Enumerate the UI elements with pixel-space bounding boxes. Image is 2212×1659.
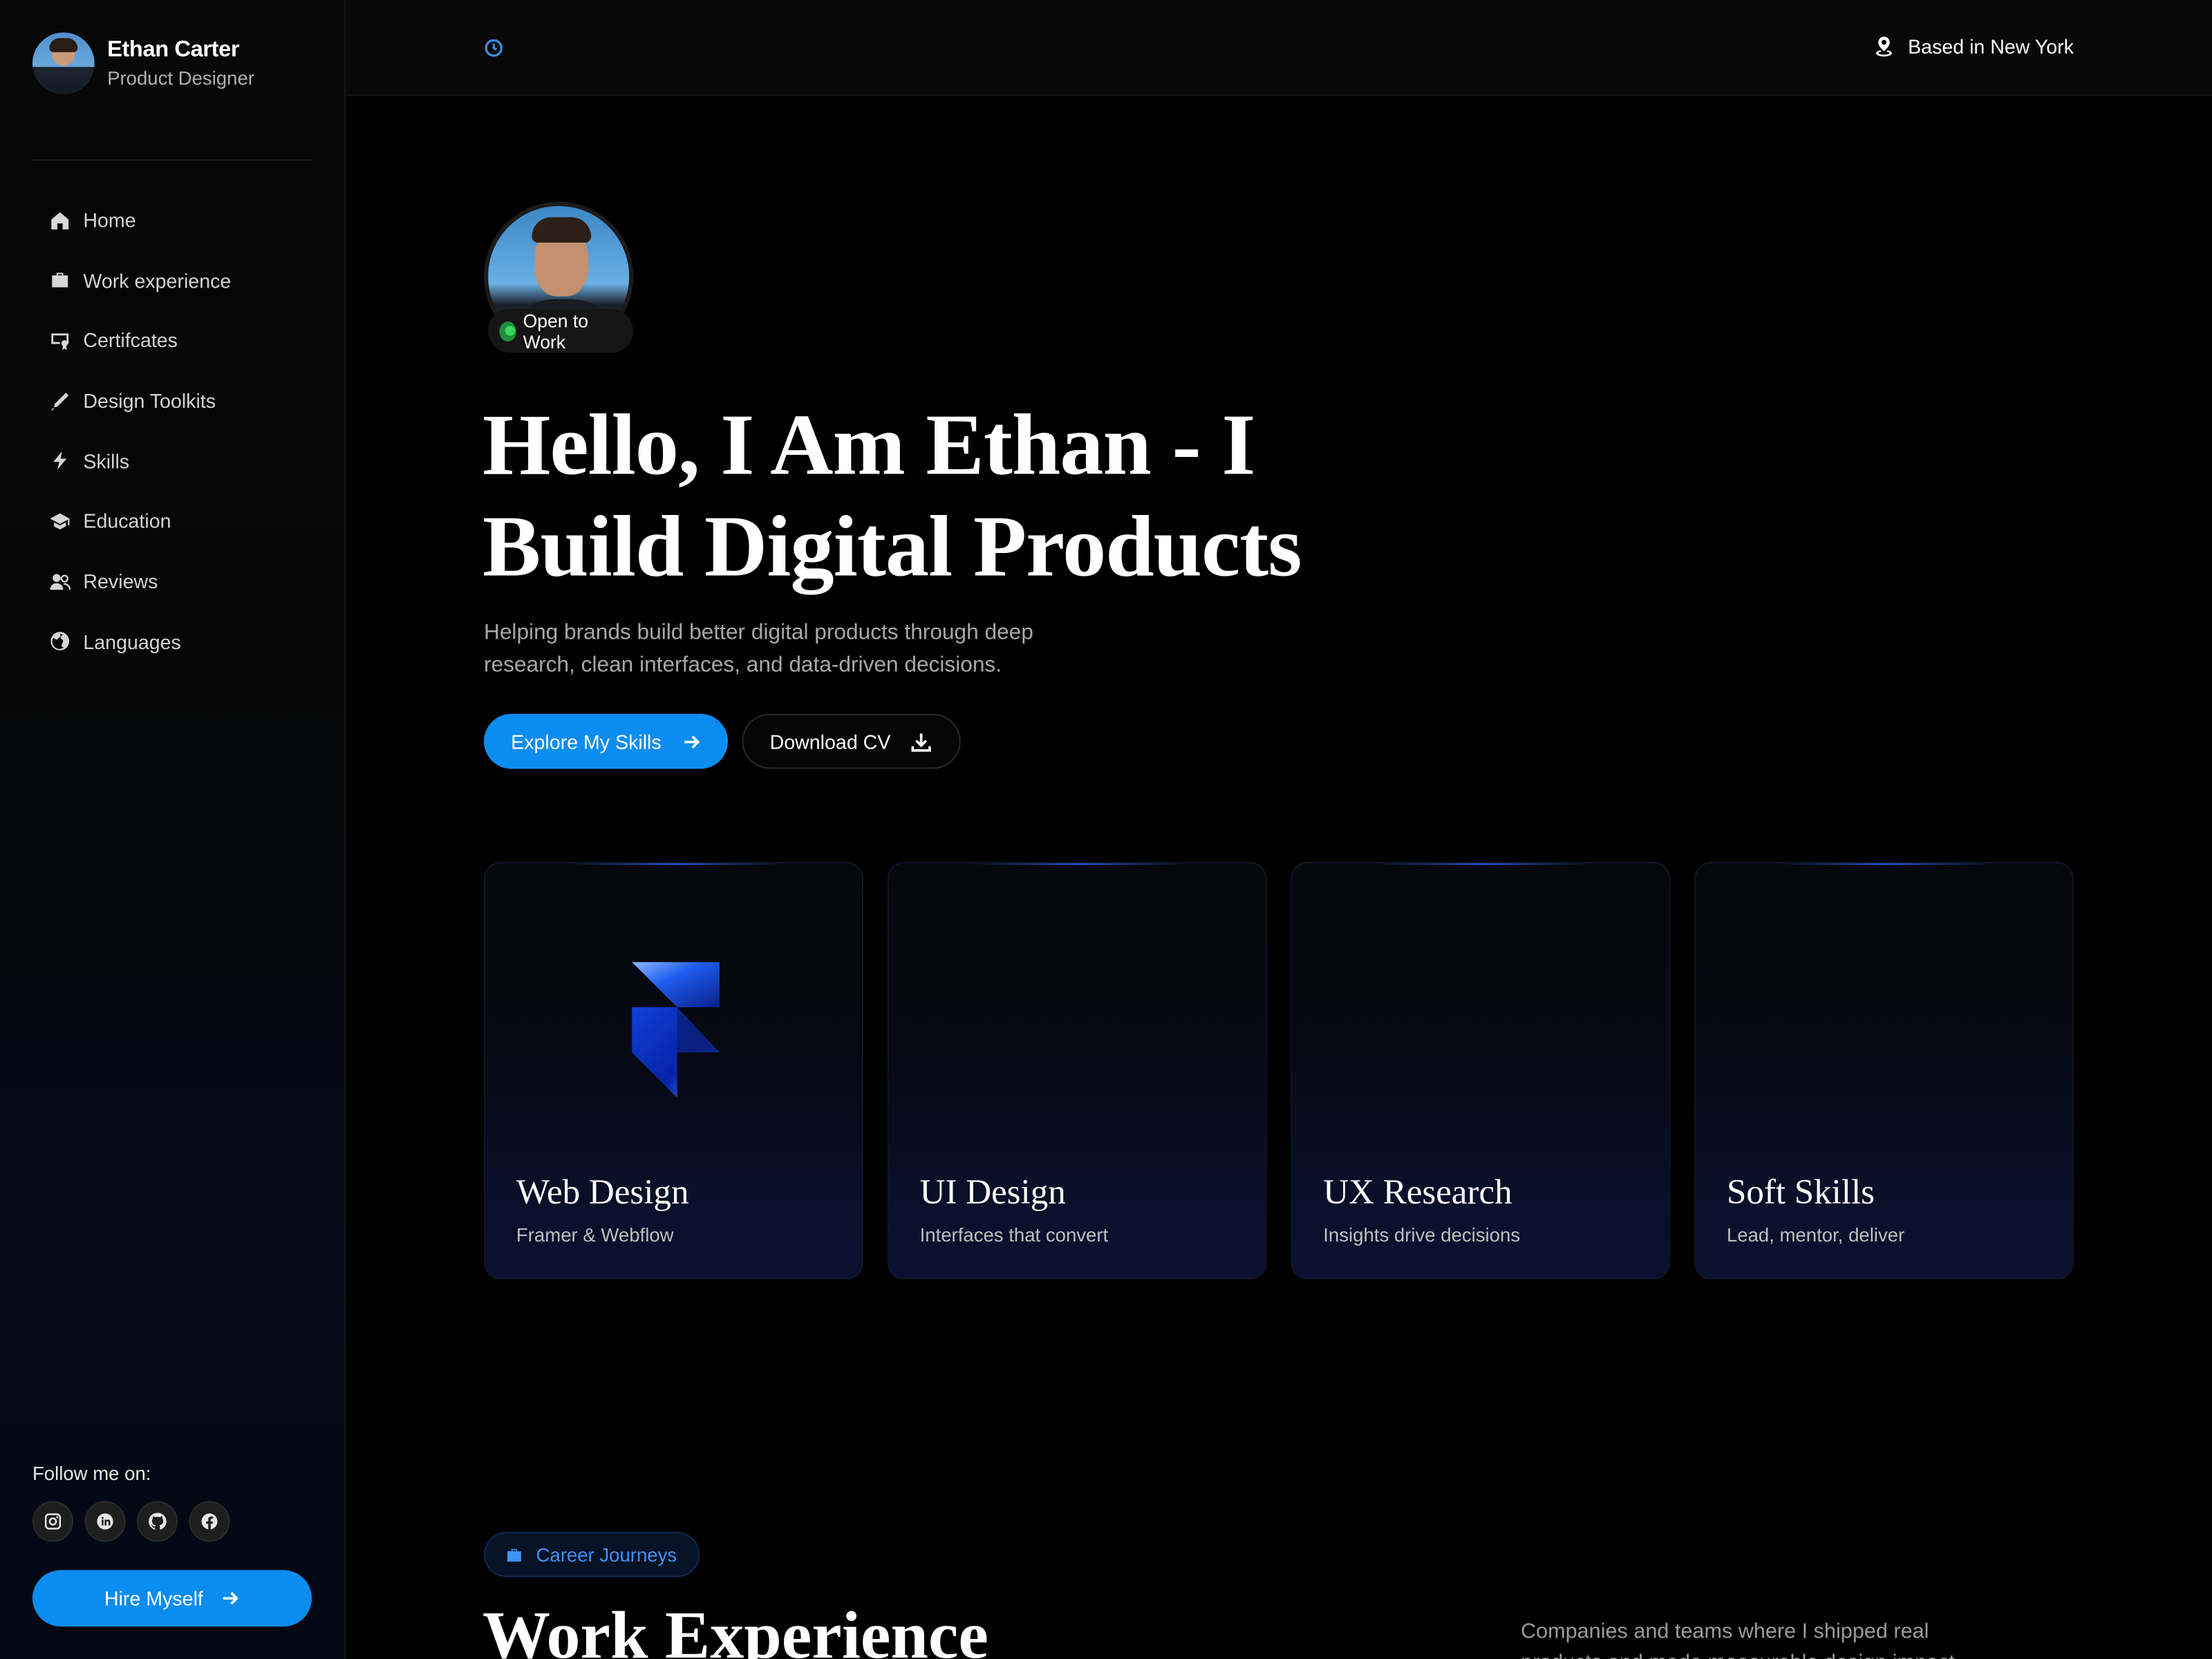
github-button[interactable]	[136, 1501, 178, 1542]
linkedin-icon	[97, 1513, 113, 1530]
sidebar-item-label: Education	[83, 509, 171, 533]
briefcase-icon	[507, 1548, 521, 1562]
sidebar-item-label: Skills	[83, 449, 130, 473]
linkedin-button[interactable]	[84, 1501, 126, 1542]
sidebar-item-label: Design Toolkits	[83, 389, 216, 413]
avatar	[32, 32, 95, 95]
page: Ethan Carter Product Designer Home Work …	[0, 0, 2212, 1659]
hire-button-label: Hire Myself	[104, 1586, 203, 1610]
sidebar-item-skills[interactable]: Skills	[49, 445, 231, 476]
sidebar-profile[interactable]: Ethan Carter Product Designer	[32, 32, 254, 95]
hero-title: Hello, I Am Ethan - I Build Digital Prod…	[482, 397, 1302, 596]
skill-card-ui-design[interactable]: UI Design Interfaces that convert	[887, 861, 1267, 1280]
clock-icon	[484, 38, 504, 58]
skill-card-ux-research[interactable]: UX Research Insights drive decisions	[1291, 861, 1671, 1280]
bolt-icon	[53, 451, 67, 471]
globe-icon	[50, 632, 70, 651]
card-description: Framer & Webflow	[516, 1224, 674, 1246]
download-cv-label: Download CV	[769, 730, 891, 753]
certificate-icon	[51, 333, 69, 350]
card-title: Web Design	[516, 1173, 689, 1212]
briefcase-icon	[52, 272, 68, 288]
profile-role: Product Designer	[107, 67, 254, 89]
location-pin-icon	[1876, 36, 1893, 57]
framer-logo-icon	[632, 962, 720, 1098]
work-experience-subtitle: Companies and teams where I shipped real…	[1520, 1619, 1955, 1659]
facebook-button[interactable]	[189, 1501, 230, 1542]
arrow-right-icon	[223, 1591, 238, 1605]
hire-myself-button[interactable]: Hire Myself	[32, 1570, 312, 1627]
open-to-work-badge: Open to Work	[488, 308, 634, 353]
card-description: Lead, mentor, deliver	[1726, 1224, 1905, 1246]
hero-profile: Open to Work	[483, 201, 634, 353]
work-experience-title: Work Experience	[482, 1598, 988, 1659]
explore-skills-label: Explore My Skills	[511, 730, 662, 753]
sidebar-item-education[interactable]: Education	[49, 505, 231, 536]
sidebar-item-design-toolkits[interactable]: Design Toolkits	[49, 385, 231, 416]
sidebar-item-work-experience[interactable]: Work experience	[49, 265, 231, 296]
explore-skills-button[interactable]: Explore My Skills	[483, 713, 729, 769]
instagram-button[interactable]	[32, 1501, 74, 1542]
github-icon	[149, 1512, 167, 1530]
facebook-icon	[201, 1513, 218, 1530]
sidebar-divider	[32, 159, 312, 161]
sidebar-item-home[interactable]: Home	[49, 205, 231, 236]
profile-name: Ethan Carter	[107, 38, 240, 62]
career-journeys-badge: Career Journeys	[483, 1532, 700, 1577]
sidebar-item-certificates[interactable]: Certifcates	[49, 325, 231, 356]
sidebar-item-reviews[interactable]: Reviews	[49, 566, 231, 597]
download-cv-button[interactable]: Download CV	[742, 713, 961, 769]
card-title: UI Design	[919, 1173, 1066, 1212]
sidebar-item-label: Certifcates	[83, 329, 178, 352]
social-links	[32, 1501, 241, 1542]
sidebar-item-languages[interactable]: Languages	[49, 626, 231, 657]
arrow-right-icon	[684, 735, 700, 748]
sidebar-item-label: Home	[83, 209, 136, 232]
skill-card-soft-skills[interactable]: Soft Skills Lead, mentor, deliver	[1694, 861, 2074, 1280]
location-indicator: Based in New York	[1874, 35, 2074, 58]
status-text: Open to Work	[523, 309, 589, 353]
top-bar: Based in New York	[345, 0, 2212, 96]
sidebar-nav: Home Work experience Certifcates Design …	[49, 205, 231, 686]
sidebar-item-label: Work experience	[83, 269, 232, 292]
download-icon	[912, 733, 932, 751]
sidebar: Ethan Carter Product Designer Home Work …	[0, 0, 346, 1659]
hero-subtitle: Helping brands build better digital prod…	[483, 620, 1033, 677]
card-title: UX Research	[1323, 1173, 1512, 1212]
users-icon	[50, 573, 71, 590]
career-badge-label: Career Journeys	[536, 1544, 677, 1566]
card-title: Soft Skills	[1726, 1173, 1875, 1212]
location-text: Based in New York	[1908, 35, 2074, 58]
follow-label: Follow me on:	[32, 1463, 151, 1484]
instagram-icon	[44, 1513, 62, 1530]
status-dot-icon	[499, 321, 516, 341]
sidebar-item-label: Reviews	[83, 570, 158, 593]
home-icon	[51, 211, 69, 229]
card-description: Insights drive decisions	[1323, 1224, 1521, 1246]
sidebar-item-label: Languages	[83, 630, 181, 653]
skill-card-web-design[interactable]: Web Design Framer & Webflow	[483, 861, 863, 1280]
pen-icon	[51, 392, 69, 411]
card-description: Interfaces that convert	[919, 1224, 1109, 1246]
graduation-cap-icon	[50, 513, 70, 529]
